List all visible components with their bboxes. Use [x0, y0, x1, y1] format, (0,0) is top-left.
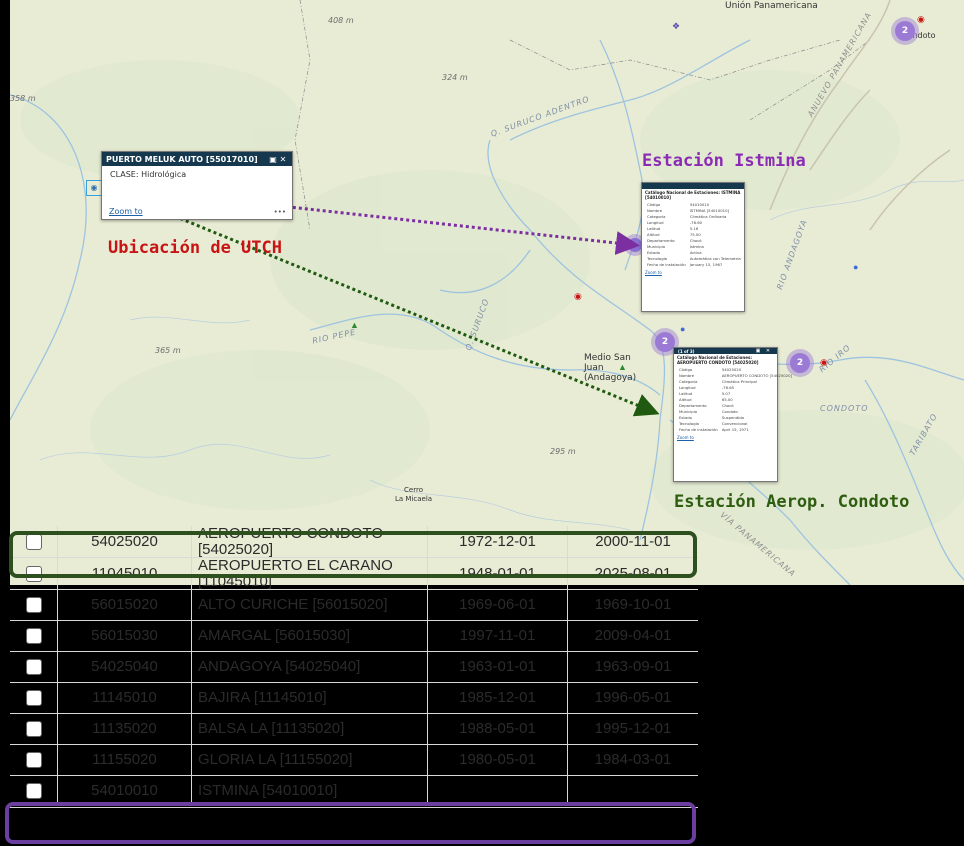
station-code: 11155020	[58, 744, 192, 775]
row-checkbox[interactable]	[25, 689, 42, 706]
start-date: 1963-01-01	[428, 651, 568, 682]
end-date	[568, 775, 698, 806]
station-code: 54025040	[58, 651, 192, 682]
table-row[interactable]: 11145010 BAJIRA [11145010] 1985-12-01 19…	[10, 682, 698, 714]
station-name: GLORIA LA [11155020]	[192, 744, 428, 775]
row-checkbox[interactable]	[25, 627, 42, 644]
popup-fields-table: Código 54025020 Nombre AEROPUERTO CONDOTO …	[679, 367, 792, 432]
end-date: 1969-10-01	[594, 596, 672, 613]
row-checkbox[interactable]	[25, 565, 42, 582]
station-code: 11145010	[58, 682, 192, 713]
row-checkbox[interactable]	[25, 720, 42, 737]
table-row[interactable]: 54010010 ISTMINA [54010010]	[10, 775, 698, 808]
popup-pagination: (1 of 3)	[678, 348, 695, 354]
close-icon[interactable]: ✕	[763, 348, 773, 354]
zoom-to-link[interactable]: Zoom to	[642, 269, 744, 276]
row-checkbox[interactable]	[25, 658, 42, 675]
more-icon[interactable]: •••	[274, 208, 286, 216]
station-name: BAJIRA [11145010]	[192, 682, 428, 713]
start-date: 1969-06-01	[428, 589, 568, 620]
station-code: 11045010	[58, 558, 192, 589]
station-code: 54010010	[58, 775, 192, 806]
station-name: ISTMINA [54010010]	[192, 775, 428, 806]
station-name: AEROPUERTO EL CARANO [11045010]	[192, 557, 428, 589]
table-row[interactable]: 54025020 AEROPUERTO CONDOTO [54025020] 1…	[10, 525, 698, 558]
station-name: AMARGAL [56015030]	[192, 620, 428, 651]
field-label: CLASE:	[110, 170, 139, 179]
dock-icon[interactable]: ▣	[753, 348, 763, 354]
row-checkbox[interactable]	[25, 533, 42, 550]
row-checkbox[interactable]	[25, 596, 42, 613]
annotation-utch: Ubicación de UTCH	[108, 238, 282, 258]
end-date: 2000-11-01	[595, 533, 671, 550]
popup-puerto-meluk[interactable]: PUERTO MELUK AUTO [55017010] ▣ ✕ CLASE: …	[101, 151, 293, 220]
start-date: 1985-12-01	[428, 682, 568, 713]
start-date: 1948-01-01	[428, 558, 568, 589]
map-view[interactable]: Unión Panamericana Medio San Juan (Andag…	[10, 0, 964, 585]
table-row[interactable]: 11135020 BALSA LA [11135020] 1988-05-01 …	[10, 713, 698, 745]
annotation-condoto: Estación Aerop. Condoto	[674, 492, 910, 512]
station-code: 56015030	[58, 620, 192, 651]
start-date: 1972-12-01	[428, 526, 568, 557]
table-row[interactable]: 11045010 AEROPUERTO EL CARANO [11045010]…	[10, 557, 698, 590]
station-name: BALSA LA [11135020]	[192, 713, 428, 744]
table-row[interactable]: 56015030 AMARGAL [56015030] 1997-11-01 2…	[10, 620, 698, 652]
popup-header: PUERTO MELUK AUTO [55017010] ▣ ✕	[102, 152, 292, 166]
popup-istmina[interactable]: Catálogo Nacional de Estaciones: ISTMINA…	[641, 182, 745, 312]
close-icon[interactable]: ✕	[278, 155, 288, 164]
field-value: Hidrológica	[141, 170, 187, 179]
table-row[interactable]: 54025040 ANDAGOYA [54025040] 1963-01-01 …	[10, 651, 698, 683]
popup-fields-table: Código 54010010 Nombre ISTMINA [54010010] …	[647, 202, 741, 267]
row-checkbox[interactable]	[25, 751, 42, 768]
popup-header: (1 of 3) ▣ ✕	[674, 348, 777, 354]
table-row[interactable]: 11155020 GLORIA LA [11155020] 1980-05-01…	[10, 744, 698, 776]
popup-aeropuerto-condoto[interactable]: (1 of 3) ▣ ✕ Catálogo Nacional de Estaci…	[673, 347, 792, 482]
end-date: 2025-08-01	[594, 565, 672, 582]
start-date: 1988-05-01	[428, 713, 568, 744]
end-date: 2009-04-01	[594, 627, 672, 644]
highlight-istmina	[5, 802, 696, 844]
dock-icon[interactable]: ▣	[268, 155, 278, 164]
station-name: ANDAGOYA [54025040]	[192, 651, 428, 682]
start-date: 1980-05-01	[428, 744, 568, 775]
popup-title: Catálogo Nacional de Estaciones: AEROPUE…	[677, 355, 759, 365]
start-date	[428, 775, 568, 806]
popup-title: PUERTO MELUK AUTO [55017010]	[106, 154, 258, 164]
row-checkbox[interactable]	[25, 782, 42, 799]
station-name: AEROPUERTO CONDOTO [54025020]	[192, 525, 428, 557]
station-code: 11135020	[58, 713, 192, 744]
popup-body: CLASE: Hidrológica	[102, 166, 292, 183]
station-code: 54025020	[58, 526, 192, 557]
zoom-to-link[interactable]: Zoom to	[674, 434, 777, 441]
start-date: 1997-11-01	[428, 620, 568, 651]
station-code: 56015020	[58, 589, 192, 620]
popup-title: Catálogo Nacional de Estaciones: ISTMINA…	[645, 190, 741, 200]
zoom-to-link[interactable]: Zoom to	[109, 207, 143, 216]
end-date: 1963-09-01	[594, 658, 672, 675]
annotation-istmina: Estación Istmina	[642, 151, 806, 171]
end-date: 1984-03-01	[594, 751, 672, 768]
station-name: ALTO CURICHE [56015020]	[192, 589, 428, 620]
table-row[interactable]: 56015020 ALTO CURICHE [56015020] 1969-06…	[10, 589, 698, 621]
end-date: 1995-12-01	[594, 720, 672, 737]
end-date: 1996-05-01	[594, 689, 672, 706]
